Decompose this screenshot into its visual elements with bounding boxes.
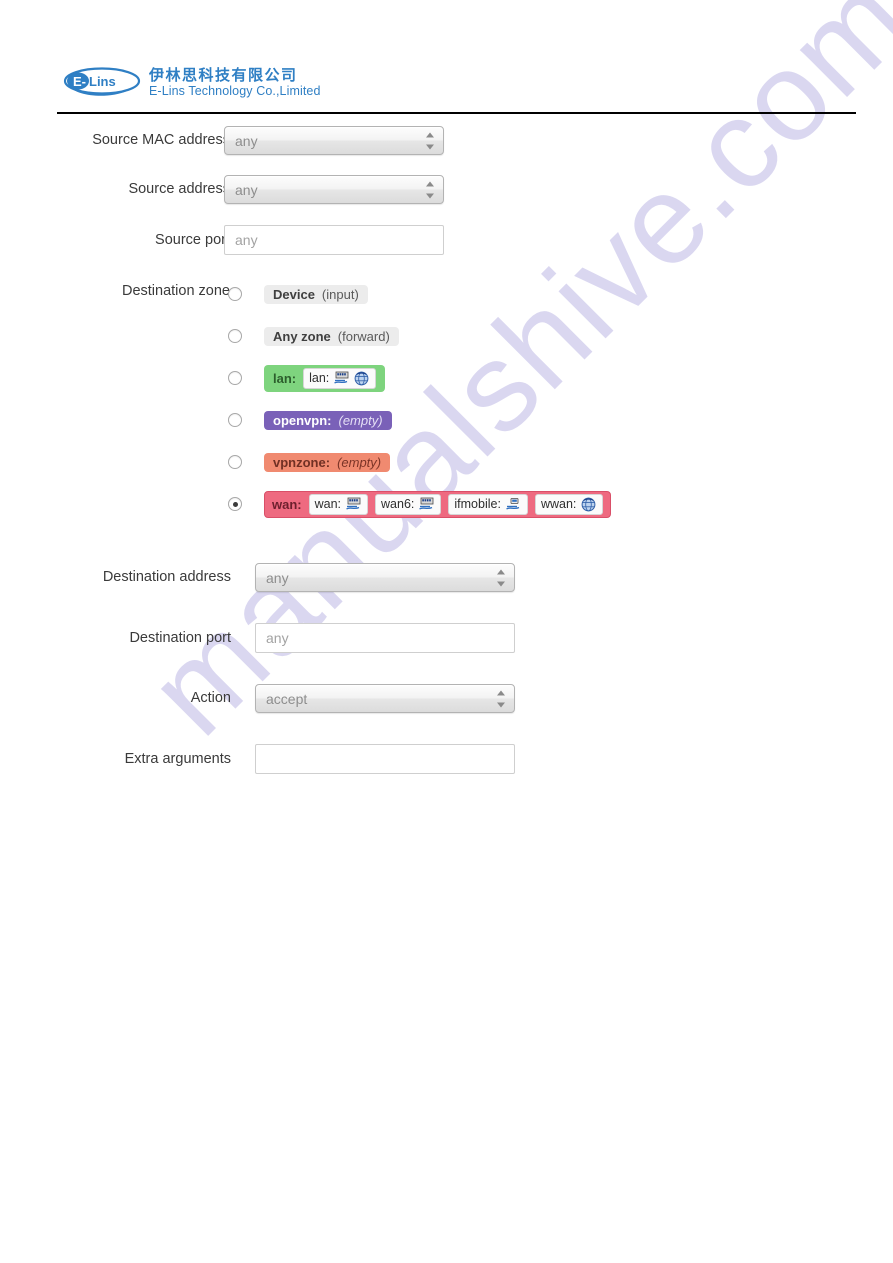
zone-badge-name: lan: — [273, 370, 297, 386]
field-destination-address: Destination address any — [0, 563, 520, 592]
interface-chip-label: lan: — [309, 370, 330, 385]
select-action[interactable]: accept — [255, 684, 515, 713]
select-source-address-value: any — [235, 181, 258, 198]
svg-text:Lins: Lins — [89, 74, 116, 89]
input-source-port[interactable]: any — [224, 225, 444, 255]
ethernet-icon — [345, 497, 362, 512]
zone-option-lan[interactable]: lan: lan: — [228, 364, 611, 392]
radio-zone-5[interactable] — [228, 497, 242, 511]
label-source-mac-address: Source MAC address — [92, 132, 230, 148]
ethernet-icon — [333, 371, 350, 386]
select-destination-address[interactable]: any — [255, 563, 515, 592]
zone-badge-sub: (input) — [321, 286, 359, 302]
stepper-icon — [425, 181, 434, 198]
field-extra-arguments: Extra arguments — [0, 744, 520, 774]
modem-icon — [505, 497, 522, 512]
radio-zone-4[interactable] — [228, 455, 242, 469]
interface-chip-label: wan6: — [381, 496, 415, 511]
interface-chip-wan[interactable]: wan: — [308, 493, 369, 515]
radio-zone-1[interactable] — [228, 329, 242, 343]
select-source-mac-address-value: any — [235, 132, 258, 149]
zone-option-wan[interactable]: wan: wan: wan6: ifmobile: wwan: — [228, 490, 612, 518]
radio-zone-2[interactable] — [228, 371, 242, 385]
company-name-cn: 伊林思科技有限公司 — [149, 67, 298, 85]
radio-zone-3[interactable] — [228, 413, 242, 427]
zone-badge[interactable]: Device (input) — [264, 284, 368, 304]
zone-badge[interactable]: lan: lan: — [264, 364, 386, 392]
label-source-address: Source address — [128, 181, 230, 197]
interface-chip-label: ifmobile: — [454, 496, 501, 511]
ethernet-icon — [418, 497, 435, 512]
interface-chip-ifmobile[interactable]: ifmobile: — [448, 493, 528, 515]
zone-option-vpnzone[interactable]: vpnzone: (empty) — [228, 450, 611, 474]
zone-option-device[interactable]: Device (input) — [228, 282, 611, 306]
radio-zone-0[interactable] — [228, 287, 242, 301]
zone-badge[interactable]: Any zone (forward) — [264, 326, 399, 346]
wireless-icon — [580, 497, 597, 512]
label-action: Action — [190, 690, 231, 706]
page-header: E- Lins 伊林思科技有限公司 E-Lins Technology Co.,… — [0, 0, 893, 118]
label-source-port: Source port — [155, 232, 230, 248]
zone-badge-sub: (forward) — [337, 328, 390, 344]
input-destination-port[interactable]: any — [255, 623, 515, 653]
zone-option-openvpn[interactable]: openvpn: (empty) — [228, 408, 611, 432]
zone-badge-name: openvpn: — [273, 412, 332, 428]
field-source-port: Source port any — [0, 225, 445, 255]
field-action: Action accept — [0, 684, 520, 713]
zone-badge-name: wan: — [272, 496, 302, 512]
select-action-value: accept — [266, 690, 308, 707]
company-logo: E- Lins 伊林思科技有限公司 E-Lins Technology Co.,… — [63, 66, 321, 100]
page-root: manualshive.com E- Lins 伊林思科技有限公司 E-Lins… — [0, 0, 893, 1263]
svg-text:E-: E- — [73, 74, 86, 89]
input-source-port-placeholder: any — [235, 232, 258, 248]
company-name-block: 伊林思科技有限公司 E-Lins Technology Co.,Limited — [149, 68, 321, 98]
select-source-address[interactable]: any — [224, 175, 444, 204]
field-source-address: Source address any — [0, 175, 445, 204]
zone-badge[interactable]: wan: wan: wan6: ifmobile: wwan: — [264, 490, 612, 518]
input-extra-arguments[interactable] — [255, 744, 515, 774]
zone-badge[interactable]: openvpn: (empty) — [264, 410, 392, 430]
label-extra-arguments: Extra arguments — [124, 751, 231, 767]
field-source-mac-address: Source MAC address any — [0, 126, 445, 155]
zone-badge[interactable]: vpnzone: (empty) — [264, 452, 391, 472]
zone-badge-sub: (empty) — [338, 412, 383, 428]
field-destination-port: Destination port any — [0, 623, 520, 653]
input-destination-port-placeholder: any — [266, 630, 289, 646]
wireless-icon — [353, 371, 370, 386]
elins-logo-icon: E- Lins — [63, 66, 141, 100]
destination-zone-options: Device (input) Any zone (forward) lan: lan: op… — [228, 282, 612, 534]
stepper-icon — [496, 690, 505, 707]
interface-chip-lan[interactable]: lan: — [303, 367, 377, 389]
zone-badge-sub: (empty) — [337, 454, 382, 470]
zone-badge-name: Device — [273, 286, 315, 302]
zone-badge-name: vpnzone: — [273, 454, 331, 470]
header-divider — [57, 112, 856, 114]
select-destination-address-value: any — [266, 569, 289, 586]
stepper-icon — [425, 132, 434, 149]
label-destination-address: Destination address — [102, 569, 231, 585]
interface-chip-label: wan: — [314, 496, 342, 511]
company-name-en: E-Lins Technology Co.,Limited — [149, 84, 321, 99]
label-destination-port: Destination port — [129, 630, 231, 646]
zone-badge-name: Any zone — [273, 328, 331, 344]
interface-chip-wwan[interactable]: wwan: — [534, 493, 604, 515]
select-source-mac-address[interactable]: any — [224, 126, 444, 155]
interface-chip-label: wwan: — [540, 496, 577, 511]
zone-option-anyzone[interactable]: Any zone (forward) — [228, 324, 611, 348]
interface-chip-wan6[interactable]: wan6: — [375, 493, 442, 515]
stepper-icon — [496, 569, 505, 586]
label-destination-zone: Destination zone — [121, 283, 230, 299]
